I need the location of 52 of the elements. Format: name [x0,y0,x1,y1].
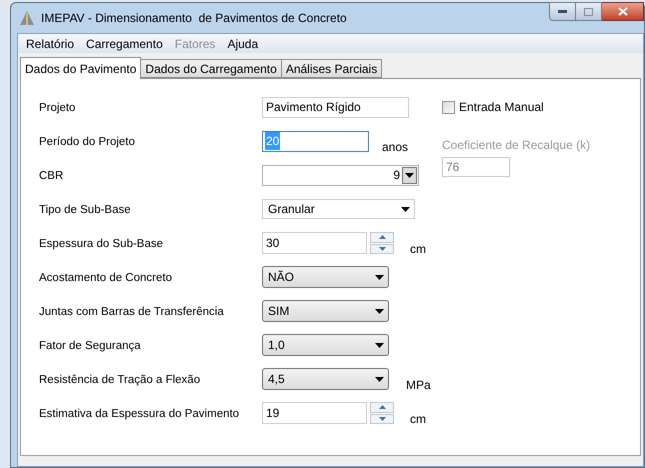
caret-icon [405,172,414,178]
window-title: IMEPAV - Dimensionamento de Pavimentos de Concreto [41,10,347,27]
field-label: Resistência de Tração a Flexão [39,373,202,388]
up-arrow-icon [378,235,386,240]
combo-box[interactable]: 9 [262,164,419,186]
dropdown[interactable]: Granular [262,199,415,219]
spin-buttons[interactable] [370,402,394,424]
field-label: Juntas com Barras de Transferência [39,305,225,320]
dropdown[interactable]: 4,5 [262,368,389,390]
caret-icon [375,274,384,280]
caret-icon [375,308,384,314]
minimize-button[interactable] [549,2,576,21]
close-button[interactable] [602,2,644,21]
number-field[interactable]: 30 [262,232,367,254]
text-field[interactable]: Pavimento Rígido [262,96,409,118]
caret-icon [401,206,410,212]
up-arrow-icon [378,405,386,410]
unit-label: MPa [406,377,431,394]
maximize-button[interactable] [576,2,602,21]
number-field[interactable]: 19 [262,402,367,424]
maximize-icon [584,8,593,16]
spin-buttons[interactable] [370,232,394,254]
coefficient-label: Coeficiente de Recalque (k) [442,137,590,154]
menu-item[interactable]: Ajuda [221,34,264,52]
dropdown[interactable]: NÃO [262,266,389,288]
unit-label: cm [410,241,426,258]
field-label: Estimativa da Espessura do Pavimento [39,407,240,422]
dropdown[interactable]: SIM [262,300,389,322]
down-arrow-icon [378,246,386,251]
manual-entry-checkbox[interactable]: Entrada Manual [442,98,590,116]
unit-label: anos [382,139,408,156]
field-label: CBR [39,169,64,184]
caret-icon [375,376,384,382]
road-cone-icon [19,10,35,26]
tab[interactable]: Análises Parciais [282,59,382,78]
field-label: Acostamento de Concreto [39,271,173,286]
tab[interactable]: Dados do Pavimento [20,57,142,79]
menu-item[interactable]: Relatório [20,34,80,52]
field-label: Fator de Segurança [39,339,142,354]
tab[interactable]: Dados do Carregamento [141,59,282,78]
field-label: Projeto [39,101,76,116]
unit-label: cm [410,411,426,428]
close-icon [618,7,628,16]
field-label: Espessura do Sub-Base [39,237,164,252]
minimize-icon [558,10,567,13]
field-label: Tipo de Sub-Base [39,203,132,218]
field-label: Período do Projeto [39,135,136,150]
down-arrow-icon [378,416,386,421]
caret-icon [375,342,384,348]
dropdown[interactable]: 1,0 [262,334,389,356]
menu-item[interactable]: Carregamento [80,34,169,52]
dropdown-button[interactable] [402,166,417,184]
